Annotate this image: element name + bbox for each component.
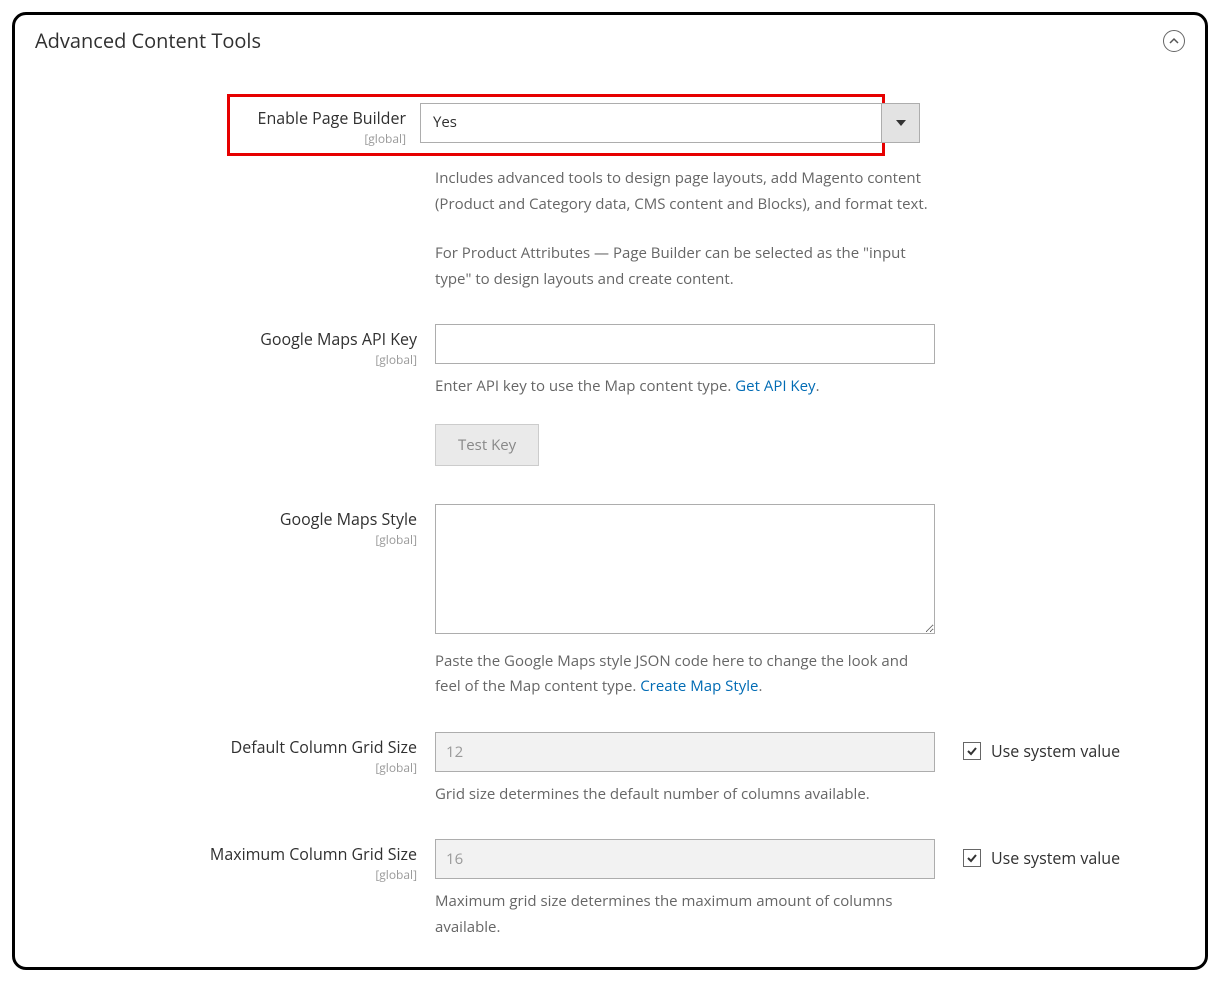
scope-label: [global] [35, 866, 417, 883]
default-grid-label: Default Column Grid Size [35, 738, 417, 757]
gmaps-style-textarea[interactable] [435, 504, 935, 634]
advanced-content-tools-panel: Advanced Content Tools Enable Page Build… [12, 12, 1208, 970]
test-key-button[interactable]: Test Key [435, 424, 539, 466]
enable-page-builder-label: Enable Page Builder [230, 109, 406, 128]
use-system-value-label: Use system value [991, 847, 1120, 869]
max-grid-label: Maximum Column Grid Size [35, 845, 417, 864]
scope-label: [global] [35, 759, 417, 776]
checkbox-checked-icon [963, 742, 981, 760]
get-api-key-link[interactable]: Get API Key [735, 376, 815, 396]
scope-label: [global] [35, 531, 417, 548]
default-grid-use-system-checkbox[interactable]: Use system value [963, 740, 1120, 762]
max-grid-help: Maximum grid size determines the maximum… [435, 889, 935, 940]
checkbox-checked-icon [963, 849, 981, 867]
default-grid-help: Grid size determines the default number … [435, 782, 935, 808]
gmaps-api-key-help: Enter API key to use the Map content typ… [435, 374, 935, 400]
gmaps-api-key-label: Google Maps API Key [35, 330, 417, 349]
use-system-value-label: Use system value [991, 740, 1120, 762]
select-value: Yes [421, 104, 881, 142]
max-grid-use-system-checkbox[interactable]: Use system value [963, 847, 1120, 869]
enable-page-builder-help-1: Includes advanced tools to design page l… [435, 166, 935, 217]
scope-label: [global] [230, 130, 406, 147]
default-grid-input [435, 732, 935, 772]
max-grid-input [435, 839, 935, 879]
gmaps-style-label: Google Maps Style [35, 510, 417, 529]
collapse-icon[interactable] [1163, 30, 1185, 52]
enable-page-builder-select[interactable]: Yes [420, 103, 920, 143]
enable-page-builder-help-2: For Product Attributes — Page Builder ca… [435, 241, 935, 292]
gmaps-style-help: Paste the Google Maps style JSON code he… [435, 649, 935, 700]
chevron-down-icon [881, 104, 919, 142]
create-map-style-link[interactable]: Create Map Style [640, 676, 758, 696]
section-title: Advanced Content Tools [35, 27, 261, 54]
highlight-box: Enable Page Builder [global] Yes [235, 94, 885, 156]
gmaps-api-key-input[interactable] [435, 324, 935, 364]
scope-label: [global] [35, 351, 417, 368]
